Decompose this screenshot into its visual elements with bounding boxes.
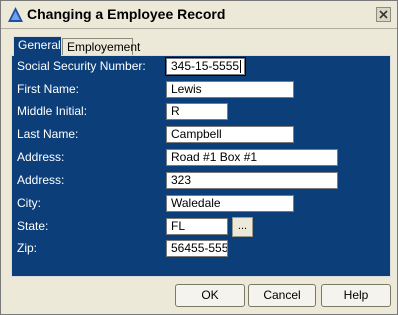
dialog-window: Changing a Employee Record General Emplo… — [0, 0, 398, 315]
address2-field[interactable]: 323 — [166, 172, 338, 189]
app-icon — [8, 7, 23, 22]
address1-label: Address: — [17, 150, 65, 164]
middle-initial-label: Middle Initial: — [17, 104, 88, 118]
last-name-label: Last Name: — [17, 127, 79, 141]
tab-employment[interactable]: Employement — [62, 38, 140, 56]
close-button[interactable] — [376, 7, 391, 22]
ok-button[interactable]: OK — [175, 284, 245, 307]
city-label: City: — [17, 196, 41, 210]
first-name-label: First Name: — [17, 82, 80, 96]
city-field[interactable]: Waledale — [166, 195, 294, 212]
text-caret — [240, 60, 242, 74]
cancel-button[interactable]: Cancel — [248, 284, 316, 307]
address2-label: Address: — [17, 173, 65, 187]
state-field[interactable]: FL — [166, 218, 228, 235]
ssn-value: 345-15-5555 — [171, 59, 240, 73]
close-icon — [379, 10, 388, 19]
zip-field[interactable]: 56455-555 — [166, 240, 228, 257]
middle-initial-field[interactable]: R — [166, 103, 228, 120]
ssn-field[interactable]: 345-15-5555 — [165, 57, 246, 76]
state-label: State: — [17, 219, 49, 233]
title-bar[interactable]: Changing a Employee Record — [1, 1, 397, 29]
zip-label: Zip: — [17, 241, 38, 255]
first-name-field[interactable]: Lewis — [166, 81, 294, 98]
ssn-label: Social Security Number: — [17, 59, 146, 73]
help-button[interactable]: Help — [321, 284, 391, 307]
tab-general[interactable]: General — [13, 36, 62, 56]
address1-field[interactable]: Road #1 Box #1 — [166, 149, 338, 166]
last-name-field[interactable]: Campbell — [166, 126, 294, 143]
window-title: Changing a Employee Record — [27, 6, 226, 22]
state-lookup-button[interactable]: ... — [232, 217, 253, 237]
